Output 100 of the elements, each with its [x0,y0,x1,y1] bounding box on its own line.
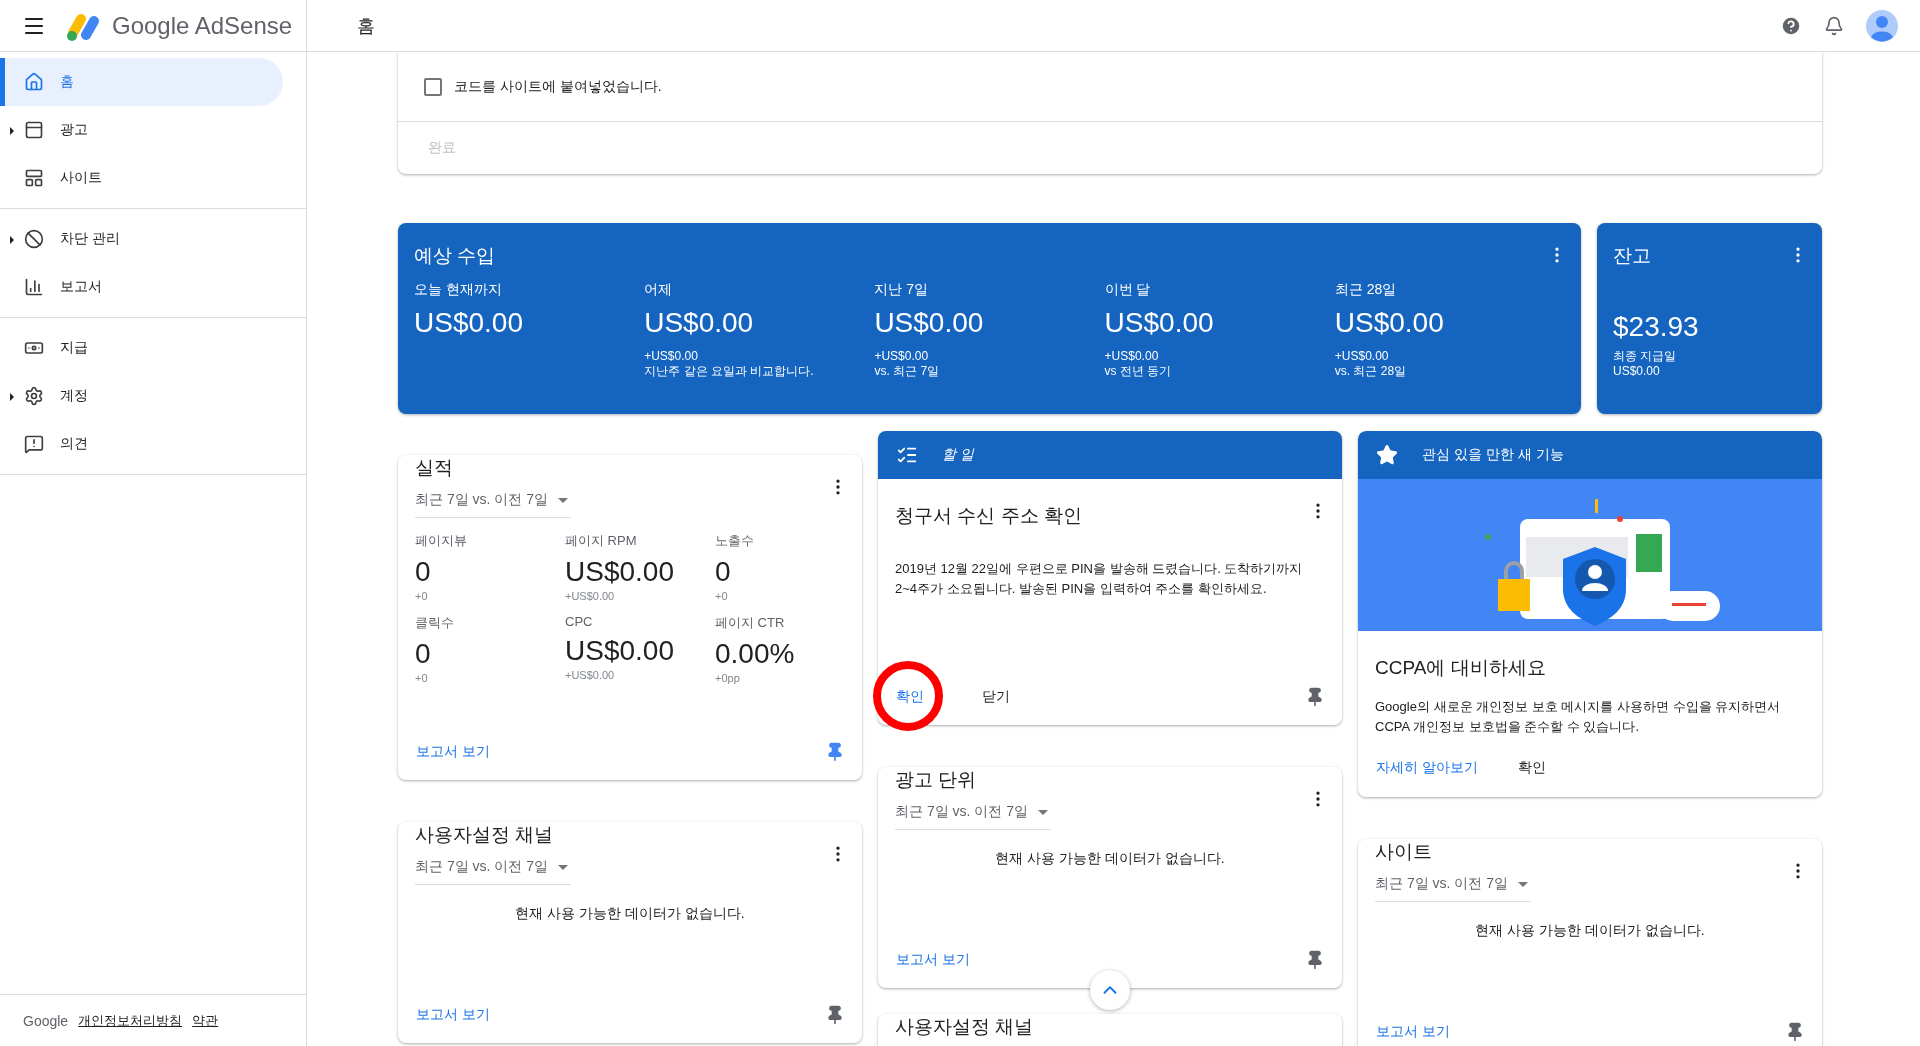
metric-label: 최근 28일 [1334,281,1398,299]
metric-value: 0.00% [715,638,796,670]
metric-comparison: vs. 최근 28일 [1334,364,1408,379]
metric-value: US$0.00 [644,307,755,339]
empty-message: 현재 사용 가능한 데이터가 없습니다. [994,850,1226,868]
action-button[interactable]: 닫기 [972,680,1020,714]
ad-frame-icon [24,120,44,140]
metric-value: 0 [415,638,432,670]
page-title: 홈 [357,14,376,38]
nav-item[interactable]: 홈 [0,58,283,106]
nav-item[interactable]: 보고서 [0,263,283,311]
home-icon [24,72,44,92]
card-title: 사이트 [1375,840,1432,864]
balance-value: $23.93 [1613,311,1700,343]
metric-comparison: vs. 최근 7일 [874,364,941,379]
metric-delta: +US$0.00 [644,349,699,364]
help-icon[interactable] [1780,14,1802,37]
block-icon [24,229,44,249]
period-dropdown[interactable]: 최근 7일 vs. 이전 7일 [415,491,571,518]
metric-label: 노출수 [715,532,755,550]
nav-item[interactable]: 계정 [0,372,283,420]
card-title: 사용자설정 채널 [895,1015,1034,1039]
caret-icon [558,497,569,503]
view-report-link[interactable]: 보고서 보기 [406,735,500,769]
view-report-link[interactable]: 보고서 보기 [886,943,980,977]
metric-value: US$0.00 [1334,307,1445,339]
nav-item[interactable]: 의견 [0,420,283,468]
empty-message: 현재 사용 가능한 데이터가 없습니다. [514,905,746,923]
metric-comparison: 지난주 같은 요일과 비교합니다. [644,364,815,379]
period-dropdown[interactable]: 최근 7일 vs. 이전 7일 [895,803,1051,830]
card-title: 광고 단위 [895,768,977,792]
metric-value: 0 [415,556,432,588]
card-title: 예상 수입 [414,244,496,268]
bar-chart-icon [24,277,44,297]
metric-label: 페이지 CTR [715,614,786,632]
pin-icon[interactable] [1305,950,1325,970]
period-dropdown[interactable]: 최근 7일 vs. 이전 7일 [1375,875,1531,902]
card-text: 2019년 12월 22일에 우편으로 PIN을 발송해 드렸습니다. 도착하기까지 2~4주가 소요됩니다. 발송된 PIN을 입력하여 주소를 확인하세요. [895,560,1304,598]
pin-icon[interactable] [1785,1022,1805,1042]
header-title: 할 일 [942,446,974,464]
product-name: Google AdSense [112,11,293,40]
view-report-link[interactable]: 보고서 보기 [1366,1015,1460,1046]
site-layout-icon [24,168,44,188]
nav-item[interactable]: 광고 [0,106,283,154]
caret-icon [1038,809,1049,815]
card-title: 잔고 [1613,244,1651,268]
metric-delta: +US$0.00 [1334,349,1390,364]
pin-icon[interactable] [1305,687,1325,707]
metric-delta: +0pp [715,672,741,684]
card-title: 사용자설정 채널 [415,823,554,847]
metric-label: CPC [565,614,594,629]
nav-item[interactable]: 차단 관리 [0,215,283,263]
action-button[interactable]: 확인 [1507,751,1556,785]
metric-delta: +US$0.00 [565,590,616,602]
checkbox[interactable] [424,77,442,96]
last-payment-value: US$0.00 [1613,364,1661,379]
google-brand-text: Google [23,1012,69,1029]
card-title: 청구서 수신 주소 확인 [895,504,1082,528]
metric-label: 어제 [644,281,674,299]
metric-value: US$0.00 [565,635,675,667]
metric-label: 클릭수 [415,614,455,632]
card-title: CCPA에 대비하세요 [1375,656,1546,680]
metric-delta: +US$0.00 [1104,349,1160,364]
star-icon [1376,444,1398,466]
caret-icon [558,864,569,870]
metric-delta: +US$0.00 [874,349,930,364]
card-title: 실적 [415,456,453,480]
header-title: 관심 있을 만한 새 기능 [1422,446,1564,464]
pin-icon[interactable] [825,1005,845,1025]
view-report-link[interactable]: 보고서 보기 [406,998,500,1032]
metric-delta: +0 [415,672,429,684]
footer-link[interactable]: 개인정보처리방침 [78,1011,183,1030]
pin-icon[interactable] [825,742,845,762]
period-dropdown[interactable]: 최근 7일 vs. 이전 7일 [415,858,571,885]
metric-value: 0 [715,556,732,588]
caret-icon [1518,881,1529,887]
action-button[interactable]: 자세히 알아보기 [1366,751,1488,785]
card-text: Google의 새로운 개인정보 보호 메시지를 사용하면 수입을 유지하면서 CCPA 개인정보 보호법을 준수할 수 있습니다. [1375,698,1782,736]
footer-link[interactable]: 약관 [192,1011,219,1030]
notifications-icon[interactable] [1824,15,1844,36]
feedback-icon [24,434,44,454]
metric-label: 지난 7일 [874,281,930,299]
metric-comparison: vs 전년 동기 [1104,364,1173,379]
avatar-icon[interactable] [1866,9,1898,42]
empty-message: 현재 사용 가능한 데이터가 없습니다. [1474,922,1706,940]
metric-delta: +0 [415,590,429,602]
metric-label: 이번 달 [1104,281,1152,299]
checkbox-row[interactable]: 코드를 사이트에 붙여넣었습니다. [398,52,1822,122]
settings-icon [24,386,44,406]
metric-value: US$0.00 [414,307,524,339]
metric-label: 페이지뷰 [415,532,468,550]
metric-value: US$0.00 [1104,307,1215,339]
nav-item[interactable]: 지급 [0,324,283,372]
last-payment-label: 최종 지급일 [1613,349,1678,364]
metric-delta: +US$0.00 [565,669,616,681]
metric-delta: +0 [715,590,729,602]
metric-value: US$0.00 [874,307,985,339]
metric-value: US$0.00 [565,556,675,588]
metric-label: 페이지 RPM [565,532,638,550]
nav-item[interactable]: 사이트 [0,154,283,202]
